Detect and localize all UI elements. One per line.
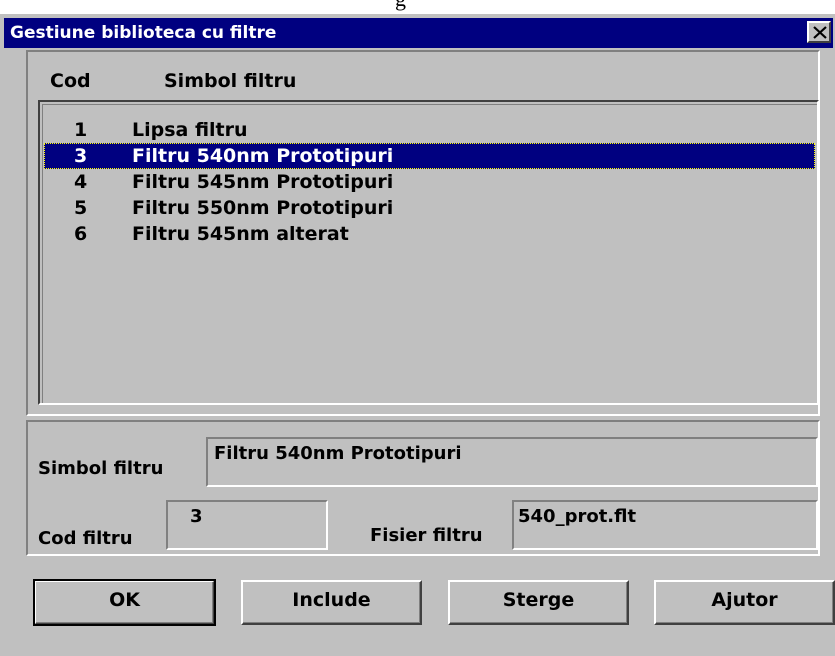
ok-button[interactable]: OK: [33, 579, 216, 626]
title-bar[interactable]: Gestiune biblioteca cu filtre: [4, 18, 833, 48]
list-item[interactable]: 6 Filtru 545nm alterat: [44, 221, 815, 247]
list-item-simbol: Filtru 550nm Prototipuri: [132, 197, 394, 219]
simbol-filtru-label: Simbol filtru: [38, 458, 164, 479]
list-item[interactable]: 3 Filtru 540nm Prototipuri: [44, 143, 815, 169]
list-item[interactable]: 1 Lipsa filtru: [44, 117, 815, 143]
fisier-filtru-value: 540_prot.flt: [518, 506, 637, 527]
list-item-cod: 6: [74, 223, 88, 245]
ajutor-button[interactable]: Ajutor: [654, 580, 835, 625]
close-button[interactable]: [807, 21, 831, 43]
cod-filtru-value: 3: [190, 506, 203, 527]
list-item[interactable]: 4 Filtru 545nm Prototipuri: [44, 169, 815, 195]
close-icon: [813, 26, 827, 39]
cod-filtru-label: Cod filtru: [38, 528, 133, 549]
list-item-simbol: Filtru 545nm alterat: [132, 223, 349, 245]
list-item-cod: 5: [74, 197, 88, 219]
list-item-simbol: Filtru 545nm Prototipuri: [132, 171, 394, 193]
clipped-text: g: [395, 0, 406, 12]
dialog-title: Gestiune biblioteca cu filtre: [10, 23, 277, 43]
list-item[interactable]: 5 Filtru 550nm Prototipuri: [44, 195, 815, 221]
filter-listbox[interactable]: 1 Lipsa filtru 3 Filtru 540nm Prototipuri 4 F…: [38, 100, 819, 405]
list-item-simbol: Filtru 540nm Prototipuri: [132, 145, 394, 167]
list-item-simbol: Lipsa filtru: [132, 119, 248, 141]
column-header-simbol: Simbol filtru: [164, 70, 297, 92]
sterge-button[interactable]: Sterge: [448, 580, 629, 625]
list-item-cod: 1: [74, 119, 88, 141]
include-button[interactable]: Include: [241, 580, 422, 625]
simbol-filtru-value: Filtru 540nm Prototipuri: [214, 443, 462, 464]
fisier-filtru-field[interactable]: 540_prot.flt: [512, 500, 818, 550]
list-item-cod: 4: [74, 171, 88, 193]
list-item-cod: 3: [74, 145, 88, 167]
cod-filtru-field[interactable]: 3: [166, 500, 328, 550]
fisier-filtru-label: Fisier filtru: [370, 525, 483, 546]
column-header-cod: Cod: [50, 70, 91, 92]
simbol-filtru-field[interactable]: Filtru 540nm Prototipuri: [206, 437, 818, 487]
